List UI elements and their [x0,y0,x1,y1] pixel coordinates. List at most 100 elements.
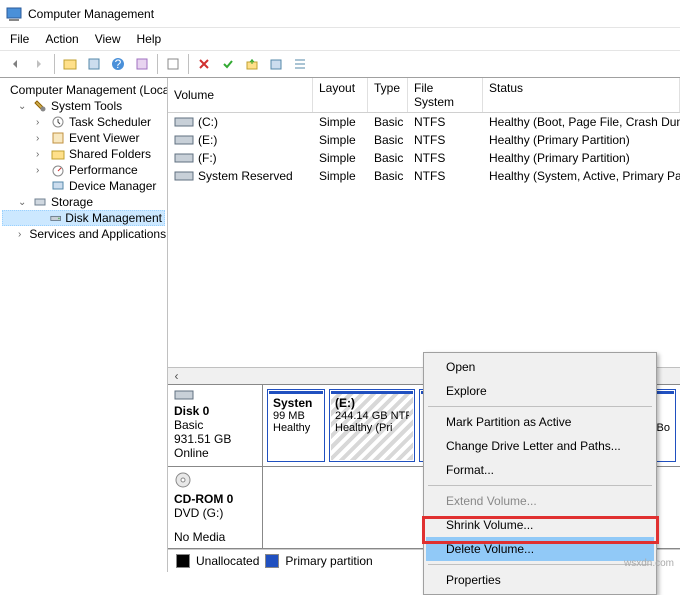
cdrom-label: CD-ROM 0 [174,492,256,506]
expander-icon[interactable]: › [36,165,47,176]
back-button[interactable] [4,53,26,75]
part-status: Healthy (Pri [335,422,409,434]
tree-services-apps[interactable]: ›Services and Applications [2,226,165,242]
vol-status: Healthy (Primary Partition) [483,149,680,167]
vol-name: System Reserved [198,169,293,183]
vol-status: Healthy (Primary Partition) [483,131,680,149]
ctx-format[interactable]: Format... [426,458,654,482]
export-button[interactable] [241,53,263,75]
vol-layout: Simple [313,131,368,149]
properties-button[interactable] [83,53,105,75]
menu-help[interactable]: Help [129,30,170,48]
vol-layout: Simple [313,167,368,185]
col-status[interactable]: Status [483,78,680,112]
col-volume[interactable]: Volume [168,78,313,112]
context-menu: Open Explore Mark Partition as Active Ch… [423,352,657,595]
disk-icon [174,389,194,401]
col-layout[interactable]: Layout [313,78,368,112]
vol-fs: NTFS [408,113,483,131]
expander-icon[interactable]: › [36,149,47,160]
menu-file[interactable]: File [2,30,37,48]
tree-label: Task Scheduler [69,115,151,129]
settings-button[interactable] [265,53,287,75]
tree-performance[interactable]: ›Performance [2,162,165,178]
tree-disk-management[interactable]: Disk Management [2,210,165,226]
expander-icon[interactable]: › [36,133,47,144]
tree-device-manager[interactable]: Device Manager [2,178,165,194]
menu-action[interactable]: Action [37,30,86,48]
disk-label: Disk 0 [174,404,256,418]
expander-icon[interactable]: ⌄ [18,101,29,112]
col-filesystem[interactable]: File System [408,78,483,112]
vol-type: Basic [368,167,408,185]
refresh-button[interactable] [131,53,153,75]
partition-selected[interactable]: (E:)244.14 GB NTFSHealthy (Pri [329,389,415,462]
cdrom-info[interactable]: CD-ROM 0 DVD (G:) No Media [168,467,263,548]
window-title: Computer Management [28,7,154,21]
watermark: wsxdn.com [624,558,674,569]
scroll-left-icon[interactable]: ‹ [168,368,185,385]
cdrom-drive: DVD (G:) [174,506,256,520]
volume-list: Volume Layout Type File System Status (C… [168,78,680,185]
tree-system-tools[interactable]: ⌄ System Tools [2,98,165,114]
expander-icon[interactable]: ⌄ [18,197,29,208]
ctx-mark-active[interactable]: Mark Partition as Active [426,410,654,434]
vol-type: Basic [368,149,408,167]
tree-label: Shared Folders [69,147,151,161]
menu-bar: File Action View Help [0,28,680,50]
part-size: 244.14 GB NTFS [335,410,409,422]
volume-row[interactable]: (F:) Simple Basic NTFS Healthy (Primary … [168,149,680,167]
svg-text:?: ? [115,57,122,71]
vol-status: Healthy (System, Active, Primary Partiti… [483,167,680,185]
tree-shared-folders[interactable]: › Shared Folders [2,146,165,162]
legend-unallocated: Unallocated [196,554,259,568]
vol-layout: Simple [313,149,368,167]
legend-swatch [176,554,190,568]
delete-button[interactable] [193,53,215,75]
up-button[interactable] [59,53,81,75]
partition[interactable]: Systen99 MBHealthy [267,389,325,462]
tree-storage[interactable]: ⌄Storage [2,194,165,210]
tree-label: System Tools [51,99,122,113]
vol-fs: NTFS [408,131,483,149]
volume-row[interactable]: (E:) Simple Basic NTFS Healthy (Primary … [168,131,680,149]
forward-button[interactable] [28,53,50,75]
volume-icon [174,116,194,128]
navigation-tree: Computer Management (Local ⌄ System Tools… [0,78,168,572]
col-type[interactable]: Type [368,78,408,112]
check-button[interactable] [217,53,239,75]
volume-icon [174,134,194,146]
tree-label: Disk Management [65,211,162,225]
title-bar: Computer Management [0,0,680,28]
ctx-shrink-volume[interactable]: Shrink Volume... [426,513,654,537]
volume-row[interactable]: System Reserved Simple Basic NTFS Health… [168,167,680,185]
menu-view[interactable]: View [87,30,129,48]
disk-size: 931.51 GB [174,432,256,446]
disk-info[interactable]: Disk 0 Basic 931.51 GB Online [168,385,263,466]
action-button[interactable] [162,53,184,75]
volume-row[interactable]: (C:) Simple Basic NTFS Healthy (Boot, Pa… [168,113,680,131]
vol-fs: NTFS [408,167,483,185]
tree-task-scheduler[interactable]: › Task Scheduler [2,114,165,130]
tree-root-label: Computer Management (Local [10,83,168,97]
toolbar: ? [0,50,680,78]
help-button[interactable]: ? [107,53,129,75]
ctx-explore[interactable]: Explore [426,379,654,403]
vol-name: (C:) [198,115,218,129]
ctx-delete-volume[interactable]: Delete Volume... [426,537,654,561]
expander-icon[interactable]: › [36,117,47,128]
tree-root[interactable]: Computer Management (Local [2,82,165,98]
vol-name: (F:) [198,151,217,165]
tree-label: Event Viewer [69,131,139,145]
part-name: (E:) [335,396,409,410]
volume-icon [174,170,194,182]
vol-type: Basic [368,113,408,131]
list-button[interactable] [289,53,311,75]
ctx-change-letter[interactable]: Change Drive Letter and Paths... [426,434,654,458]
ctx-open[interactable]: Open [426,355,654,379]
cdrom-icon [174,471,192,489]
expander-icon[interactable]: › [18,229,21,240]
tree-event-viewer[interactable]: › Event Viewer [2,130,165,146]
volume-icon [174,152,194,164]
vol-type: Basic [368,131,408,149]
